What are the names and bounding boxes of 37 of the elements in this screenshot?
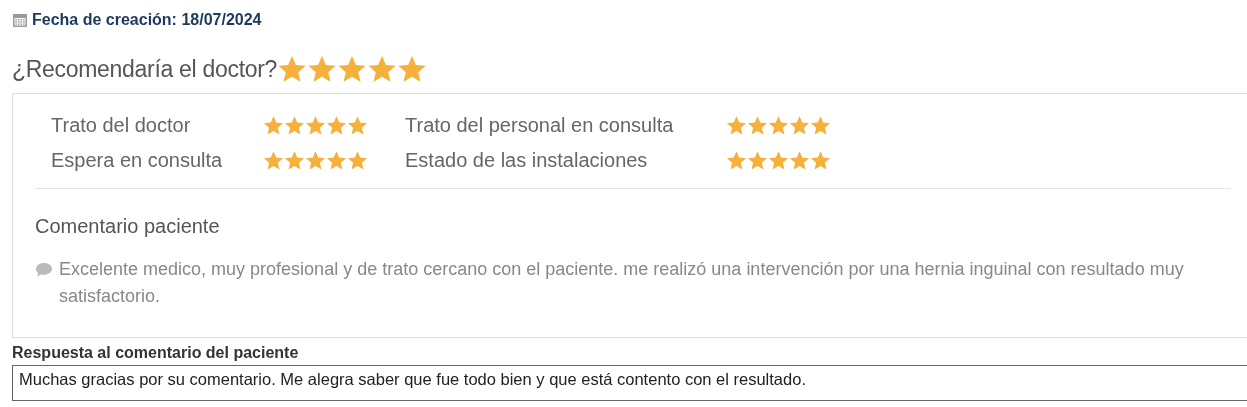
star-icon xyxy=(789,115,810,136)
star-icon xyxy=(810,150,831,171)
star-icon xyxy=(284,150,305,171)
star-icon xyxy=(768,150,789,171)
rating-label: Estado de las instalaciones xyxy=(405,149,649,172)
star-icon xyxy=(726,115,747,136)
comment-text: Excelente medico, muy profesional y de trato cercano con el paciente. me realizó una intervención por una hernia inguinal con resultado muy satisfactorio. xyxy=(59,258,1185,308)
star-icon xyxy=(397,54,428,84)
reply-label: Respuesta al comentario del paciente xyxy=(12,344,300,362)
star-icon xyxy=(326,115,347,136)
star-icon xyxy=(305,115,326,136)
star-icon xyxy=(367,54,398,84)
star-icon xyxy=(277,54,308,84)
star-icon xyxy=(789,150,810,171)
calendar-icon xyxy=(12,12,28,28)
rating-label: Trato del doctor xyxy=(51,114,192,137)
star-icon xyxy=(326,150,347,171)
star-icon xyxy=(747,150,768,171)
star-icon xyxy=(284,115,305,136)
rating-label: Trato del personal en consulta xyxy=(405,114,675,137)
recommend-question: ¿Recomendaría el doctor? xyxy=(12,55,278,83)
star-icon xyxy=(347,115,368,136)
rating-label: Espera en consulta xyxy=(51,149,224,172)
star-icon xyxy=(263,115,284,136)
star-icon xyxy=(810,115,831,136)
star-icon xyxy=(726,150,747,171)
star-icon xyxy=(307,54,338,84)
star-icon xyxy=(337,54,368,84)
creation-date: Fecha de creación: 18/07/2024 xyxy=(32,11,262,29)
speech-bubble-icon xyxy=(35,262,53,277)
star-icon xyxy=(347,150,368,171)
star-icon xyxy=(263,150,284,171)
comment-title: Comentario paciente xyxy=(35,215,221,238)
star-icon xyxy=(305,150,326,171)
star-icon xyxy=(747,115,768,136)
star-icon xyxy=(768,115,789,136)
reply-field[interactable]: Muchas gracias por su comentario. Me alegra saber que fue todo bien y que está contento con el resultado. xyxy=(12,365,1247,401)
